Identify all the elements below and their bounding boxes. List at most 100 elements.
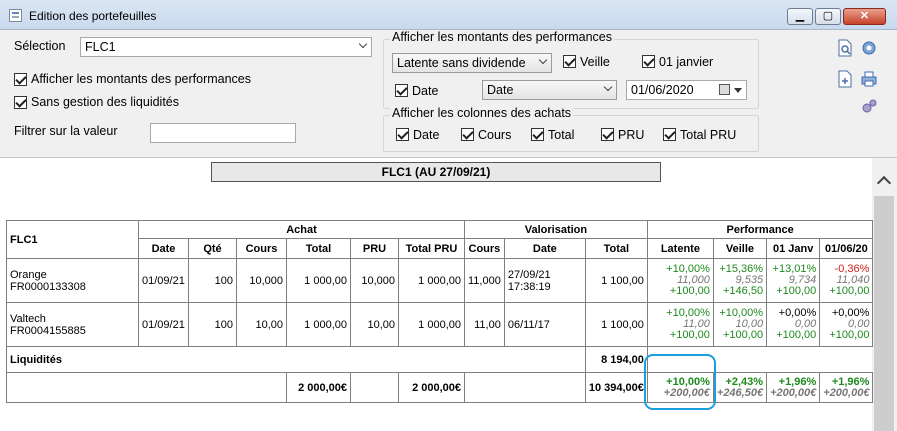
col-total-pru-checkbox[interactable] [663, 128, 676, 141]
date-input[interactable]: 01/06/2020 [626, 80, 747, 100]
perf-january: +0,00% 0,00 +100,00 [766, 302, 821, 347]
col-header: Date [138, 238, 189, 259]
empty-cell [350, 372, 399, 403]
liquidity-value: 8 194,00 [584, 346, 648, 373]
purchase-date: 01/09/21 [138, 302, 189, 347]
perf-type-value: Latente sans dividende [397, 56, 526, 70]
col-header: Cours [236, 238, 287, 259]
valuation-total: 1 100,00 [584, 302, 648, 347]
valuation-date-cell: 27/09/21 17:38:19 [503, 258, 586, 303]
performance-header: Performance [646, 220, 874, 239]
date-perf-checkbox[interactable] [395, 84, 408, 97]
no-liquidity-label: Sans gestion des liquidités [31, 95, 180, 109]
col-header: Total [286, 238, 351, 259]
show-perf-amounts-label: Afficher les montants des performances [31, 72, 252, 86]
security-isin: FR0000133308 [10, 280, 86, 293]
perf-amount: +146,50 [723, 285, 764, 297]
perf-amount: +100,00 [776, 329, 817, 341]
close-button[interactable]: ✕ [843, 8, 886, 25]
maximize-button[interactable]: ▢ [815, 8, 841, 25]
valuation-total: 1 100,00 [584, 258, 648, 303]
january-checkbox[interactable] [642, 55, 655, 68]
col-date-checkbox[interactable] [396, 128, 409, 141]
dropdown-arrow-icon[interactable] [734, 88, 742, 93]
selection-label: Sélection [14, 39, 66, 53]
gears-icon[interactable] [860, 98, 878, 116]
filter-panel: Sélection FLC1 Afficher les montants des… [0, 30, 897, 158]
date-type-dropdown[interactable]: Date [482, 80, 617, 100]
veille-checkbox[interactable] [563, 55, 576, 68]
minimize-button[interactable]: ▁ [787, 8, 813, 25]
purchase-total: 1 000,00 [286, 258, 351, 303]
valuation-date: 27/09/21 [507, 268, 551, 281]
security-isin: FR0004155885 [10, 324, 86, 337]
table-row[interactable]: Orange FR0000133308 01/09/21 100 10,000 1… [6, 258, 874, 303]
col-total-checkbox[interactable] [531, 128, 544, 141]
perf-amount: +100,00 [669, 285, 710, 297]
date-type-value: Date [487, 83, 514, 97]
vertical-scrollbar[interactable] [872, 158, 897, 431]
print-icon[interactable] [860, 70, 878, 88]
col-header: PRU [350, 238, 399, 259]
calendar-icon[interactable] [719, 84, 730, 95]
purchase-price: 10,00 [236, 302, 287, 347]
empty-cell [713, 347, 766, 373]
settings-icon[interactable] [860, 39, 878, 57]
perf-latente: +10,00% 11,000 +100,00 [646, 258, 714, 303]
purchase-group-title: Afficher les colonnes des achats [390, 106, 574, 120]
purchase-total: 1 000,00 [286, 302, 351, 347]
total-pru: 1 000,00 [398, 258, 465, 303]
liquidity-row[interactable]: Liquidités 8 194,00 [6, 346, 873, 373]
empty-cell [464, 372, 586, 403]
col-pru-checkbox[interactable] [601, 128, 614, 141]
chevron-down-icon [358, 39, 368, 49]
perf-amount: +100,00 [829, 285, 870, 297]
perf-type-dropdown[interactable]: Latente sans dividende [392, 53, 552, 73]
perf-amount: +100,00 [829, 329, 870, 341]
totals-row[interactable]: 2 000,00€ 2 000,00€ 10 394,00€ +10,00% +2… [6, 372, 874, 403]
total-perf-date: +1,96% +200,00€ [819, 372, 874, 403]
grand-total-valuation: 10 394,00€ [584, 372, 648, 403]
scroll-up-icon[interactable] [876, 175, 892, 191]
export-icon[interactable] [836, 70, 854, 88]
filter-input[interactable] [150, 123, 296, 143]
col-header: Total PRU [398, 238, 465, 259]
col-header: Date [503, 238, 586, 259]
date-perf-label: Date [412, 84, 439, 98]
document-search-icon[interactable] [836, 39, 854, 57]
perf-date: +0,00% 0,00 +100,00 [819, 302, 874, 347]
col-pru-label: PRU [618, 128, 645, 142]
pru: 10,00 [350, 302, 399, 347]
col-header: 01 Janv [766, 238, 821, 259]
empty-cell [767, 347, 820, 373]
col-total-label: Total [548, 128, 575, 142]
chevron-down-icon [603, 82, 613, 92]
show-perf-amounts-checkbox[interactable] [14, 73, 27, 86]
valuation-price: 11,000 [464, 258, 505, 303]
perf-veille: +10,00% 10,00 +100,00 [712, 302, 768, 347]
no-liquidity-checkbox[interactable] [14, 96, 27, 109]
empty-cell [6, 372, 287, 403]
grand-total-pru: 2 000,00€ [398, 372, 465, 403]
title-bar: Edition des portefeuilles ▁ ▢ ✕ [0, 0, 897, 30]
portfolio-table: FLC1 Achat Valorisation Performance Date… [6, 220, 874, 403]
security-cell: Valtech FR0004155885 [6, 302, 139, 347]
filter-label: Filtrer sur la valeur [14, 124, 118, 138]
total-perf-veille: +2,43% +246,50€ [712, 372, 768, 403]
empty-cell [820, 347, 873, 373]
selection-dropdown[interactable]: FLC1 [80, 37, 372, 57]
portfolio-header: FLC1 [6, 220, 139, 259]
col-header: 01/06/20 [819, 238, 874, 259]
col-header: Cours [464, 238, 505, 259]
report-title: FLC1 (AU 27/09/21) [211, 162, 661, 182]
scrollbar-thumb[interactable] [874, 196, 894, 431]
col-cours-checkbox[interactable] [461, 128, 474, 141]
perf-amount: +100,00 [669, 329, 710, 341]
quantity: 100 [188, 258, 237, 303]
col-header: Veille [712, 238, 768, 259]
table-row[interactable]: Valtech FR0004155885 01/09/21 100 10,00 1… [6, 302, 874, 347]
valuation-time: 17:38:19 [507, 280, 551, 293]
purchase-date: 01/09/21 [138, 258, 189, 303]
highlight-annotation [644, 354, 716, 410]
perf-pct: +1,96% [778, 375, 817, 388]
